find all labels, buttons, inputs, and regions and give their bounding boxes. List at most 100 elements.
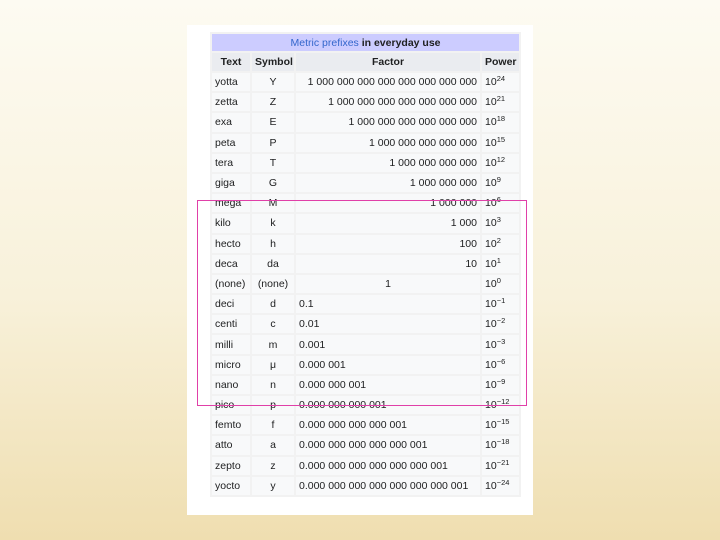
prefix-factor: 0.000 000 000 000 000 000 000 001 [296,476,480,495]
prefix-symbol: Y [252,73,294,92]
power-base: 10 [485,338,497,351]
prefix-factor: 0.001 [296,335,480,354]
prefix-factor: 0.000 000 000 000 000 000 001 [296,456,480,475]
table-row: (none) (none) 1 100 [212,274,520,294]
column-header-text: Text [212,53,250,71]
table-caption: Metric prefixes in everyday use [212,34,520,51]
table-row: giga G 1 000 000 000 109 [212,173,520,193]
table-row: mega M 1 000 000 106 [212,194,520,213]
header-row: Text Symbol Factor Power [212,53,520,71]
prefix-name: yotta [212,73,250,92]
prefix-name: tera [212,153,250,172]
prefix-power: 10−24 [482,476,520,495]
table-row: micro μ 0.000 001 10−6 [212,355,520,374]
table-row: centi c 0.01 10−2 [212,315,520,334]
power-base: 10 [485,96,497,109]
power-exponent: 3 [496,215,501,225]
metric-prefixes-table: Metric prefixes in everyday use Text Sym… [210,32,522,497]
power-base: 10 [485,419,497,432]
power-exponent: 0 [496,275,501,285]
prefix-symbol: z [252,456,294,475]
power-base: 10 [485,116,497,129]
power-exponent: 9 [496,175,501,185]
power-exponent: 24 [496,74,506,84]
table-row: exa E 1 000 000 000 000 000 000 1018 [212,113,520,132]
prefix-factor: 10 [296,254,480,273]
table-row: nano n 0.000 000 001 10−9 [212,375,520,394]
prefix-name: zetta [212,93,250,112]
power-exponent: −18 [496,437,510,447]
prefix-power: 102 [482,234,520,253]
power-base: 10 [485,217,497,230]
prefix-factor: 0.01 [296,315,480,334]
power-base: 10 [485,177,497,190]
prefix-factor: 0.000 001 [296,355,480,374]
prefix-name: deci [212,295,250,314]
power-base: 10 [485,156,497,169]
power-exponent: −21 [496,457,510,467]
power-exponent: −15 [496,417,510,427]
prefix-name: nano [212,375,250,394]
power-exponent: 6 [496,195,501,205]
prefix-power: 106 [482,194,520,213]
prefix-symbol: y [252,476,294,495]
power-exponent: −3 [496,336,506,346]
prefix-power: 1024 [482,73,520,92]
table-row: atto a 0.000 000 000 000 000 001 10−18 [212,436,520,455]
prefix-symbol: G [252,173,294,193]
power-exponent: −1 [496,296,506,306]
power-exponent: 18 [496,114,506,124]
power-base: 10 [485,237,497,250]
prefix-symbol: k [252,214,294,233]
power-base: 10 [485,76,497,89]
power-exponent: −2 [496,316,506,326]
column-header-factor: Factor [296,53,480,71]
prefix-name: yocto [212,476,250,495]
power-base: 10 [485,277,497,290]
prefix-symbol: a [252,436,294,455]
column-header-symbol: Symbol [252,53,294,71]
prefix-power: 10−6 [482,355,520,374]
power-base: 10 [485,318,497,331]
prefix-factor: 1 000 000 000 000 [296,153,480,172]
prefix-power: 1018 [482,113,520,132]
table-row: yotta Y 1 000 000 000 000 000 000 000 000 1… [212,73,520,92]
table-row: zetta Z 1 000 000 000 000 000 000 000 1021 [212,93,520,112]
prefix-factor: 0.000 000 000 000 001 [296,416,480,435]
prefix-factor: 1 000 000 [296,194,480,213]
power-exponent: −24 [496,477,510,487]
prefix-name: femto [212,416,250,435]
table-wrap: Metric prefixes in everyday use Text Sym… [210,32,522,497]
prefix-power: 109 [482,173,520,193]
prefix-power: 10−3 [482,335,520,354]
prefix-name: milli [212,335,250,354]
power-exponent: 12 [496,154,506,164]
caption-link[interactable]: Metric prefixes [291,37,359,49]
power-base: 10 [485,298,497,311]
table-row: zepto z 0.000 000 000 000 000 000 001 10−21 [212,456,520,475]
power-exponent: 21 [496,94,506,104]
prefix-factor: 0.000 000 001 [296,375,480,394]
power-exponent: −9 [496,376,506,386]
prefix-power: 101 [482,254,520,273]
power-base: 10 [485,459,497,472]
prefix-power: 10−2 [482,315,520,334]
power-base: 10 [485,479,497,492]
prefix-factor: 1 000 [296,214,480,233]
power-exponent: 2 [496,235,501,245]
prefix-name: atto [212,436,250,455]
prefix-symbol: Z [252,93,294,112]
table-row: tera T 1 000 000 000 000 1012 [212,153,520,172]
prefix-power: 10−21 [482,456,520,475]
power-base: 10 [485,439,497,452]
prefix-name: pico [212,396,250,415]
prefix-factor: 1 000 000 000 000 000 000 000 000 [296,73,480,92]
prefix-symbol: h [252,234,294,253]
prefix-power: 100 [482,274,520,294]
prefix-name: centi [212,315,250,334]
power-base: 10 [485,257,497,270]
table-row: deci d 0.1 10−1 [212,295,520,314]
prefix-name: mega [212,194,250,213]
prefix-symbol: da [252,254,294,273]
prefix-factor: 0.000 000 000 000 000 001 [296,436,480,455]
